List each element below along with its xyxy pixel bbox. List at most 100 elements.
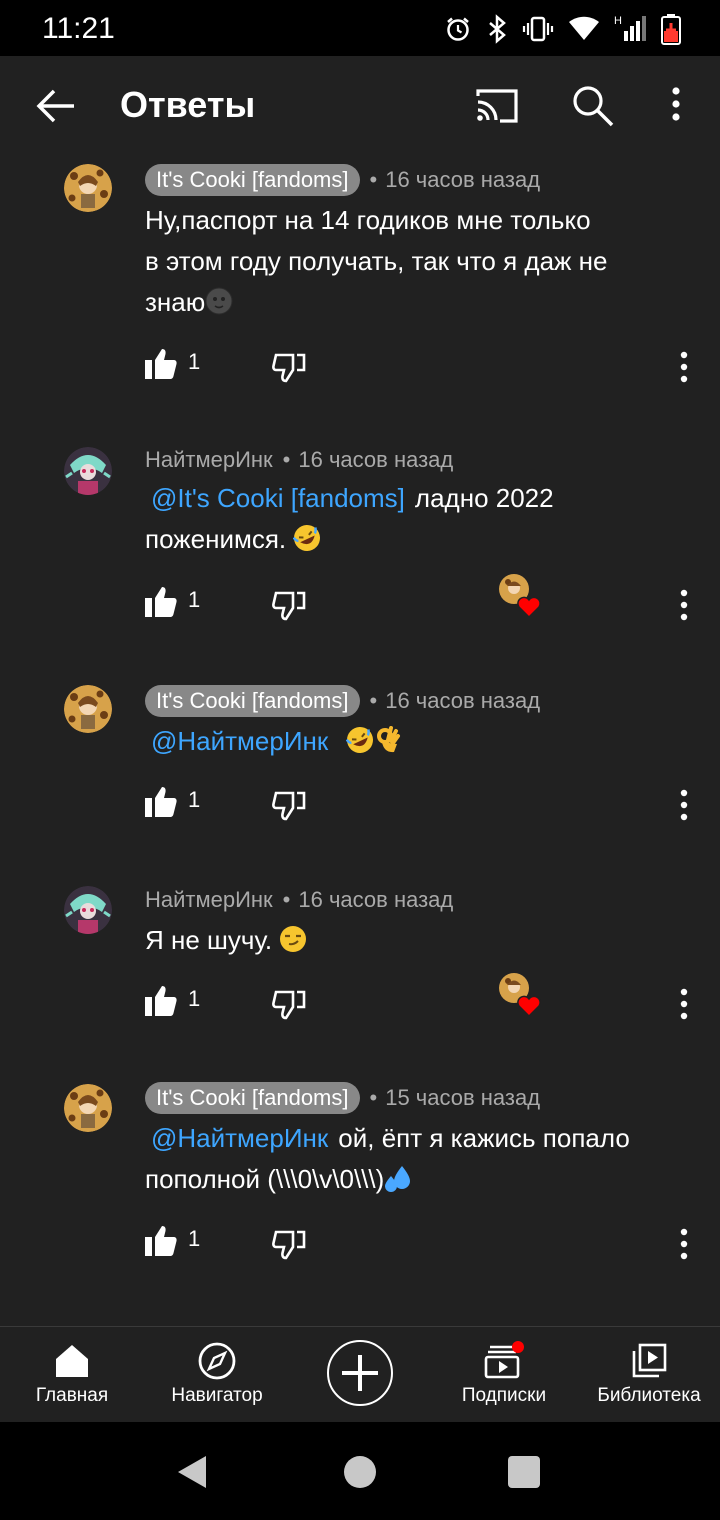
library-icon: [632, 1343, 667, 1378]
nav-label: Подписки: [461, 1385, 547, 1406]
author-chip[interactable]: It's Cooki [fandoms]: [145, 685, 360, 717]
dislike-icon[interactable]: [272, 589, 306, 623]
signal-icon: H: [614, 15, 646, 43]
comment-meta: It's Cooki [fandoms] • 16 часов назад: [145, 164, 540, 196]
avatar[interactable]: [64, 447, 112, 495]
sweat-droplets-emoji: [385, 1166, 411, 1192]
comment-actions: 1: [0, 347, 720, 387]
nav-home[interactable]: Главная: [20, 1327, 124, 1423]
system-home-icon[interactable]: [344, 1456, 376, 1488]
author-chip[interactable]: It's Cooki [fandoms]: [145, 1082, 360, 1114]
like-icon[interactable]: [144, 785, 178, 819]
home-icon: [56, 1345, 88, 1377]
smirk-emoji: [280, 926, 307, 952]
comment-time: 16 часов назад: [385, 688, 541, 713]
author-chip[interactable]: It's Cooki [fandoms]: [145, 164, 360, 196]
avatar[interactable]: [64, 685, 112, 733]
page-title: Ответы: [120, 84, 256, 125]
more-vert-icon[interactable]: [670, 349, 698, 385]
comment-time: 16 часов назад: [298, 887, 454, 912]
status-bar: 11:21 H: [0, 0, 720, 56]
nav-label: Библиотека: [597, 1385, 701, 1406]
more-vert-icon[interactable]: [670, 787, 698, 823]
comment-text: Ну,паспорт на 14 годиков мне только в эт…: [145, 200, 685, 323]
back-arrow-icon[interactable]: [30, 80, 82, 132]
alarm-icon: [447, 17, 469, 41]
mention-link[interactable]: @НайтмерИнк: [145, 726, 338, 756]
avatar[interactable]: [64, 1084, 112, 1132]
comment-actions: 1: [0, 1224, 720, 1264]
like-count: 1: [188, 787, 201, 812]
mention-link[interactable]: @НайтмерИнк: [145, 1123, 338, 1153]
vibrate-icon: [522, 16, 554, 42]
author-name[interactable]: НайтмерИнк: [145, 887, 273, 913]
like-icon[interactable]: [144, 347, 178, 381]
create-plus-icon: [342, 1355, 378, 1391]
status-icons: H: [444, 12, 682, 46]
create-button[interactable]: [327, 1340, 393, 1406]
dislike-icon[interactable]: [272, 351, 306, 385]
more-vert-icon[interactable]: [670, 587, 698, 623]
comment-text: @It's Cooki [fandoms] ладно 2022 поженимс…: [145, 478, 685, 560]
meta-separator: •: [369, 167, 378, 192]
meta-separator: •: [282, 447, 291, 472]
comment-meta: It's Cooki [fandoms] • 15 часов назад: [145, 1082, 540, 1114]
replies-list[interactable]: It's Cooki [fandoms] • 16 часов назад Ну…: [0, 154, 720, 1326]
dislike-icon[interactable]: [272, 789, 306, 823]
compass-icon: [198, 1342, 236, 1380]
comment-text-segment: ой, ёпт я кажись попало: [338, 1123, 630, 1153]
mention-link[interactable]: @It's Cooki [fandoms]: [145, 483, 415, 513]
creator-heart-icon: [499, 574, 541, 619]
like-count: 1: [188, 349, 201, 374]
status-time: 11:21: [42, 12, 115, 45]
comment-meta: НайтмерИнк • 16 часов назад: [145, 444, 453, 476]
comment-time: 15 часов назад: [385, 1085, 541, 1110]
like-icon[interactable]: [144, 585, 178, 619]
comment-time: 16 часов назад: [298, 447, 454, 472]
comment-meta: НайтмерИнк • 16 часов назад: [145, 884, 453, 916]
comment-text-line: Ну,паспорт на 14 годиков мне только: [145, 205, 591, 235]
bluetooth-icon: [489, 14, 506, 44]
comment-text: @НайтмерИнк: [145, 721, 685, 762]
like-icon[interactable]: [144, 1224, 178, 1258]
rolling-laughing-emoji: [293, 525, 321, 551]
dislike-icon[interactable]: [272, 1228, 306, 1262]
more-vert-icon[interactable]: [670, 986, 698, 1022]
avatar[interactable]: [64, 164, 112, 212]
comment-text-segment: поженимся.: [145, 524, 287, 554]
system-back-icon[interactable]: [176, 1454, 210, 1490]
new-moon-face-emoji: [205, 287, 233, 315]
comment-text: @НайтмерИнк ой, ёпт я кажись попало попол…: [145, 1118, 685, 1200]
comment-actions: 1: [0, 973, 720, 1024]
like-icon[interactable]: [144, 984, 178, 1018]
wifi-icon: [569, 16, 599, 40]
nav-explore[interactable]: Навигатор: [160, 1327, 274, 1423]
search-icon[interactable]: [566, 80, 618, 132]
comment-text-segment: ладно 2022: [414, 483, 554, 513]
nav-label: Навигатор: [171, 1385, 263, 1406]
avatar[interactable]: [64, 886, 112, 934]
more-vert-icon[interactable]: [670, 1226, 698, 1262]
dislike-icon[interactable]: [272, 988, 306, 1022]
comment-text: Я не шучу.: [145, 920, 685, 961]
comment-actions: 1: [0, 574, 720, 625]
comment-text-segment: Я не шучу.: [145, 925, 273, 955]
nav-library[interactable]: Библиотека: [590, 1327, 708, 1423]
more-vert-icon[interactable]: [654, 80, 698, 132]
comment-text-line: в этом году получать, так что я даж не: [145, 246, 608, 276]
battery-icon: [661, 14, 681, 45]
nav-subscriptions[interactable]: Подписки: [452, 1327, 556, 1423]
subscriptions-icon: [484, 1341, 524, 1379]
comment-text-segment: пополной (\\\0\v\0\\\): [145, 1164, 385, 1194]
system-recents-icon[interactable]: [508, 1456, 540, 1488]
app-bar: Ответы: [0, 56, 720, 154]
comment-actions: 1: [0, 785, 720, 825]
cast-icon[interactable]: [470, 80, 522, 132]
like-count: 1: [188, 1226, 201, 1251]
creator-heart-icon: [499, 973, 541, 1018]
like-count: 1: [188, 587, 201, 612]
meta-separator: •: [282, 887, 291, 912]
comment-time: 16 часов назад: [385, 167, 541, 192]
like-count: 1: [188, 986, 201, 1011]
author-name[interactable]: НайтмерИнк: [145, 447, 273, 473]
